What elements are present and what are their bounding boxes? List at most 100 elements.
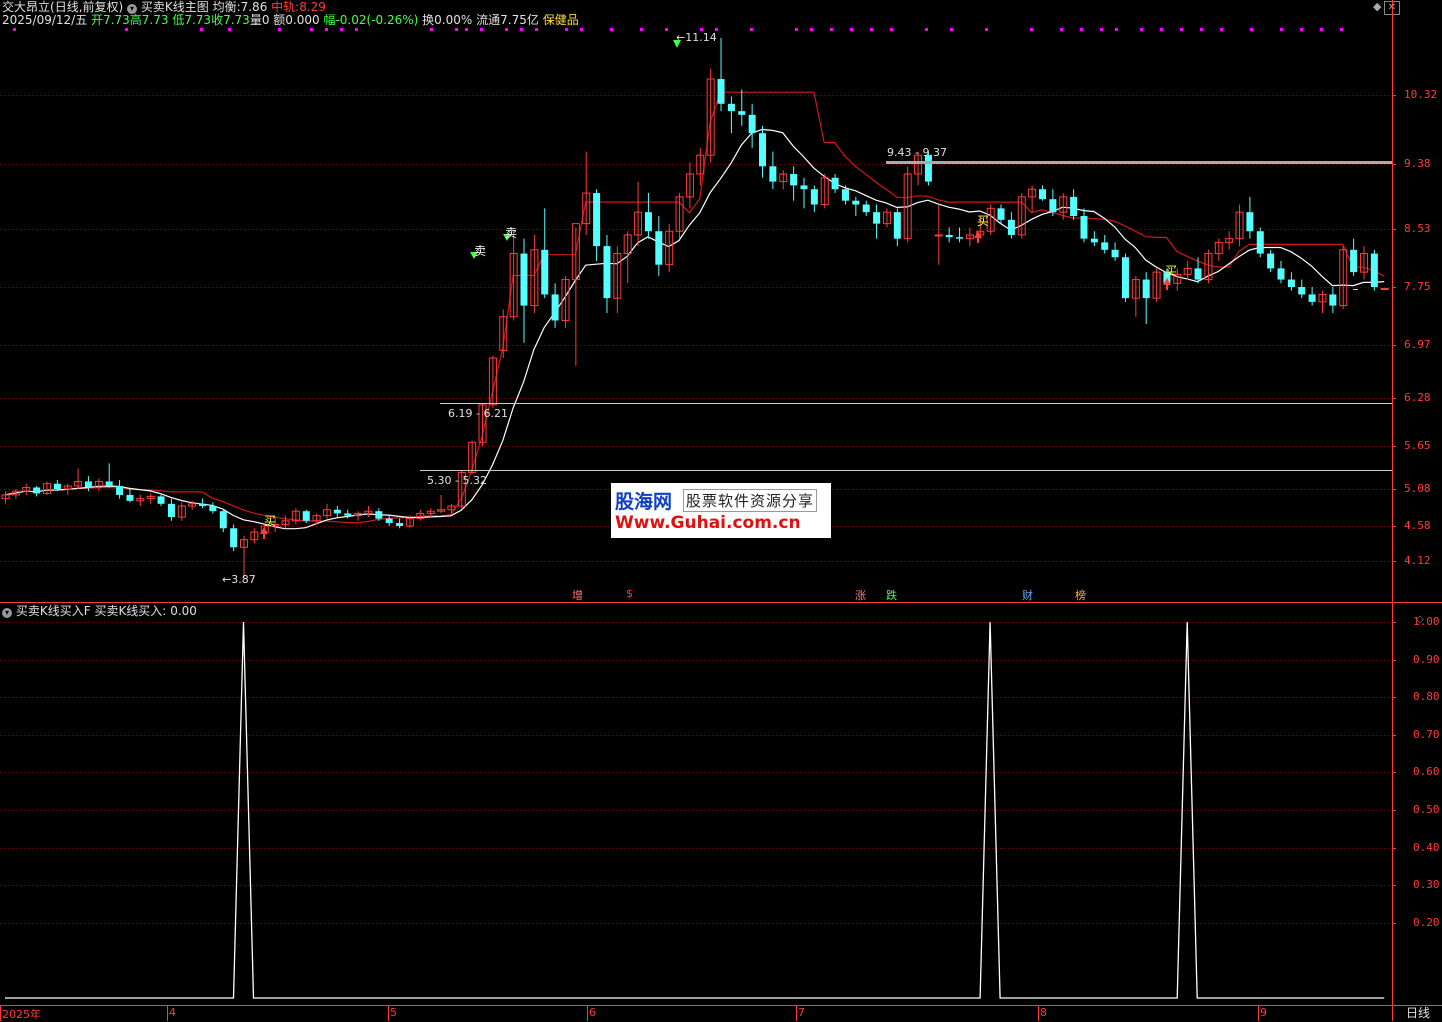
period-button[interactable]: 日线	[1396, 1006, 1440, 1020]
candle-body-down	[769, 166, 777, 182]
candle-body-down	[1049, 199, 1057, 213]
band-line	[4, 91, 1385, 524]
event-marker-dot	[1030, 28, 1033, 31]
buy-signal-3: 买	[1165, 264, 1178, 278]
candle-body-down	[810, 189, 818, 205]
sub-tick-label: 0.70	[1413, 728, 1440, 741]
sub-tick-label: 0.30	[1413, 878, 1440, 891]
sub-series-label: 买卖K线买入:	[94, 604, 167, 618]
candle-body-down	[167, 503, 175, 518]
event-marker-dot	[480, 28, 483, 31]
box-label-2: 6.19 - 6.21	[448, 407, 508, 420]
event-marker-dot	[465, 28, 468, 31]
sell-signal-2: 卖	[505, 226, 518, 240]
event-marker-dot	[950, 28, 953, 31]
event-tag-bang[interactable]: 榜	[1075, 587, 1086, 603]
candle-body-down	[209, 506, 217, 512]
event-marker-dot	[565, 28, 568, 31]
ma-line	[4, 128, 1385, 530]
event-marker-dot	[750, 28, 753, 31]
event-marker-dot	[870, 28, 873, 31]
event-marker-dot	[340, 28, 343, 31]
candle-body-down	[831, 177, 839, 190]
event-marker-dot	[665, 28, 668, 31]
event-marker-dot	[355, 28, 358, 31]
candle-body-down	[1350, 249, 1358, 273]
candle-body-down	[717, 79, 725, 104]
candle-body-down	[1287, 279, 1295, 287]
event-marker-dot	[830, 28, 833, 31]
event-marker-dot	[610, 28, 613, 31]
candle-body-down	[333, 509, 341, 514]
candle-body-down	[385, 518, 393, 524]
high-mark-label: ←11.14	[676, 31, 717, 44]
candle-body-down	[945, 234, 953, 238]
event-marker-dot	[1300, 28, 1303, 31]
event-tag-cai[interactable]: 财	[1022, 587, 1033, 603]
candle-body-down	[1256, 231, 1264, 254]
candle-body-down	[603, 246, 611, 299]
event-marker-dot	[850, 28, 853, 31]
low-mark-value: 3.87	[231, 573, 256, 586]
candle-body-down	[924, 155, 932, 182]
watermark-logo: 股海网 股票软件资源分享 Www.Guhai.com.cn	[611, 483, 831, 538]
sub-tick-label: 0.60	[1413, 765, 1440, 778]
candle-body-down	[520, 253, 528, 306]
candle-body-down	[893, 212, 901, 239]
candle-body-down	[1194, 268, 1202, 280]
event-marker-dot	[1250, 28, 1253, 31]
sub-tick-label: 0.80	[1413, 690, 1440, 703]
sub-tick-label: 1.00	[1413, 615, 1440, 628]
watermark-logo-text: 股海网	[615, 491, 673, 513]
event-marker-dot	[535, 28, 538, 31]
sub-panel-header: ▾ 买卖K线买入F 买卖K线买入: 0.00	[2, 604, 197, 618]
candle-body-down	[593, 193, 601, 247]
sub-tick-label: 0.50	[1413, 803, 1440, 816]
event-marker-dot	[795, 28, 798, 31]
candle-body-down	[344, 513, 352, 516]
event-marker-dot	[430, 28, 433, 31]
candle-body-up	[1380, 287, 1389, 290]
event-tag-zeng[interactable]: 增	[572, 587, 583, 603]
candle-body-down	[1101, 242, 1109, 250]
candle-body-down	[1007, 219, 1015, 235]
candle-body-down	[852, 200, 860, 205]
event-tag-die[interactable]: 跌	[886, 587, 897, 603]
event-tag-zhang[interactable]: 涨	[855, 587, 866, 603]
time-tick-label: 2025年	[2, 1008, 41, 1021]
candle-body-down	[53, 483, 61, 489]
candle-body-down	[1277, 268, 1285, 280]
box-label-3: 5.30 - 5.32	[427, 474, 487, 487]
event-marker-dot	[1100, 28, 1103, 31]
candle-body-down	[956, 237, 964, 239]
price-tick-label: 6.28	[1404, 391, 1431, 404]
event-marker-dot	[1080, 28, 1083, 31]
sub-tick-label: 0.20	[1413, 916, 1440, 929]
candle-body-down	[727, 103, 735, 112]
price-tick-label: 4.58	[1404, 519, 1431, 532]
time-tick-label: 9	[1260, 1006, 1267, 1019]
candle-body-down	[738, 111, 746, 115]
price-tick-label: 10.32	[1404, 88, 1438, 101]
event-marker-dot	[640, 28, 643, 31]
event-marker-dot	[1060, 28, 1063, 31]
price-tick-label: 9.38	[1404, 157, 1431, 170]
sub-tick-label: 0.90	[1413, 653, 1440, 666]
candle-body-down	[396, 523, 404, 526]
event-marker-dot	[200, 28, 203, 31]
candle-body-down	[84, 481, 92, 488]
event-marker-dot	[278, 28, 281, 31]
candle-body-down	[790, 173, 798, 186]
sub-indicator-dropdown-icon[interactable]: ▾	[2, 608, 12, 618]
event-tag-dollar[interactable]: $	[626, 587, 633, 600]
candle-body-down	[1267, 253, 1275, 269]
sub-panel-title[interactable]: 买卖K线买入F	[16, 604, 91, 618]
sub-series-value: 0.00	[170, 604, 197, 618]
candle-body-down	[1080, 216, 1088, 239]
candle-body-down	[841, 189, 849, 201]
candle-body-down	[33, 487, 41, 494]
event-marker-dot	[520, 28, 523, 31]
candle-body-down	[1329, 294, 1337, 306]
candle-body-down	[1370, 253, 1378, 287]
price-tick-label: 7.75	[1404, 280, 1431, 293]
